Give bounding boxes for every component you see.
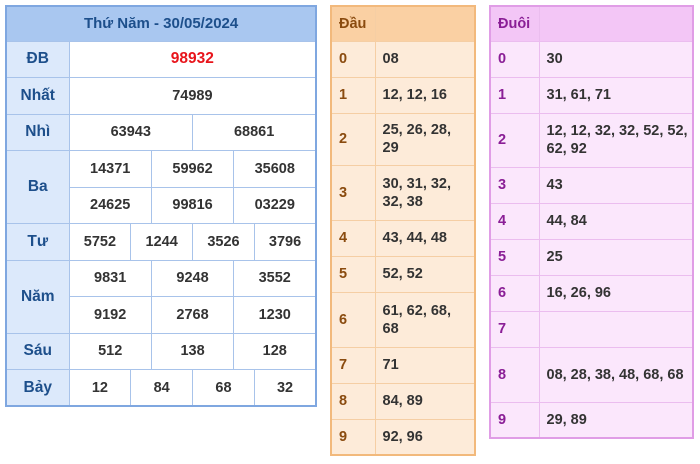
dau-key: 4 <box>330 219 376 257</box>
prize-nam-value: 1230 <box>233 296 317 334</box>
dau-value: 71 <box>374 346 476 384</box>
dau-value: 25, 26, 28, 29 <box>374 112 476 166</box>
dau-key: 6 <box>330 291 376 348</box>
dau-table: Đầu 0 08 1 12, 12, 16 2 25, 26, 28, 29 3 30,… <box>330 5 476 456</box>
prize-label-nam: Năm <box>5 259 70 334</box>
duoi-value <box>538 310 694 348</box>
prize-tu-value: 1244 <box>130 223 194 261</box>
dau-key: 1 <box>330 76 376 114</box>
duoi-value: 30 <box>538 40 694 78</box>
dau-key: 9 <box>330 418 376 456</box>
prize-nhat-value: 74989 <box>68 77 317 115</box>
duoi-key: 0 <box>489 40 540 78</box>
duoi-value: 25 <box>538 238 694 276</box>
dau-value: 30, 31, 32, 32, 38 <box>374 164 476 221</box>
dau-value: 61, 62, 68, 68 <box>374 291 476 348</box>
prize-tu-value: 5752 <box>68 223 132 261</box>
dau-key: 5 <box>330 255 376 293</box>
dau-key: 7 <box>330 346 376 384</box>
prize-nhi-value: 68861 <box>192 113 317 151</box>
duoi-value: 08, 28, 38, 48, 68, 68 <box>538 346 694 403</box>
prize-nam-value: 9248 <box>150 259 235 297</box>
duoi-key: 1 <box>489 76 540 114</box>
prize-label-db: ĐB <box>5 40 70 78</box>
prize-db-value: 98932 <box>68 40 317 78</box>
prize-nam-value: 2768 <box>150 296 235 334</box>
duoi-table: Đuôi 0 30 1 31, 61, 71 2 12, 12, 32, 32, 52… <box>489 5 694 439</box>
prize-ba-value: 03229 <box>233 186 317 224</box>
prize-ba-value: 99816 <box>150 186 235 224</box>
duoi-key: 7 <box>489 310 540 348</box>
prize-label-nhi: Nhì <box>5 113 70 151</box>
dau-value: 84, 89 <box>374 382 476 420</box>
results-table: Thứ Năm - 30/05/2024 ĐB 98932 Nhất 74989… <box>5 5 318 407</box>
duoi-header: Đuôi <box>489 5 540 42</box>
dau-key: 0 <box>330 40 376 78</box>
duoi-value: 44, 84 <box>538 202 694 240</box>
dau-value: 08 <box>374 40 476 78</box>
dau-key: 2 <box>330 112 376 166</box>
prize-nam-value: 9192 <box>68 296 152 334</box>
prize-ba-value: 24625 <box>68 186 152 224</box>
dau-header: Đầu <box>330 5 376 42</box>
prize-label-bay: Bảy <box>5 369 70 407</box>
prize-label-nhat: Nhất <box>5 77 70 115</box>
prize-sau-value: 512 <box>68 332 152 370</box>
prize-bay-value: 68 <box>192 369 255 407</box>
prize-nam-value: 9831 <box>68 259 152 297</box>
prize-bay-value: 12 <box>68 369 132 407</box>
prize-nhi-value: 63943 <box>68 113 194 151</box>
prize-sau-value: 128 <box>233 332 317 370</box>
dau-header-spacer <box>374 5 476 42</box>
dau-key: 8 <box>330 382 376 420</box>
dau-value: 12, 12, 16 <box>374 76 476 114</box>
duoi-value: 12, 12, 32, 32, 52, 52, 62, 92 <box>538 112 694 168</box>
duoi-header-spacer <box>538 5 694 42</box>
prize-sau-value: 138 <box>150 332 235 370</box>
prize-bay-value: 32 <box>253 369 317 407</box>
duoi-key: 5 <box>489 238 540 276</box>
dau-value: 43, 44, 48 <box>374 219 476 257</box>
duoi-value: 29, 89 <box>538 401 694 439</box>
duoi-key: 6 <box>489 274 540 312</box>
prize-ba-value: 35608 <box>233 150 317 188</box>
results-title: Thứ Năm - 30/05/2024 <box>5 5 317 42</box>
duoi-key: 3 <box>489 166 540 204</box>
duoi-key: 9 <box>489 401 540 439</box>
dau-key: 3 <box>330 164 376 221</box>
prize-nam-value: 3552 <box>233 259 317 297</box>
prize-ba-value: 14371 <box>68 150 152 188</box>
duoi-key: 8 <box>489 346 540 403</box>
duoi-value: 43 <box>538 166 694 204</box>
duoi-key: 4 <box>489 202 540 240</box>
prize-bay-value: 84 <box>130 369 194 407</box>
prize-label-tu: Tư <box>5 223 70 261</box>
prize-tu-value: 3796 <box>253 223 317 261</box>
prize-ba-value: 59962 <box>150 150 235 188</box>
duoi-value: 16, 26, 96 <box>538 274 694 312</box>
dau-value: 92, 96 <box>374 418 476 456</box>
prize-label-ba: Ba <box>5 150 70 224</box>
duoi-value: 31, 61, 71 <box>538 76 694 114</box>
duoi-key: 2 <box>489 112 540 168</box>
prize-tu-value: 3526 <box>192 223 255 261</box>
prize-label-sau: Sáu <box>5 332 70 370</box>
dau-value: 52, 52 <box>374 255 476 293</box>
